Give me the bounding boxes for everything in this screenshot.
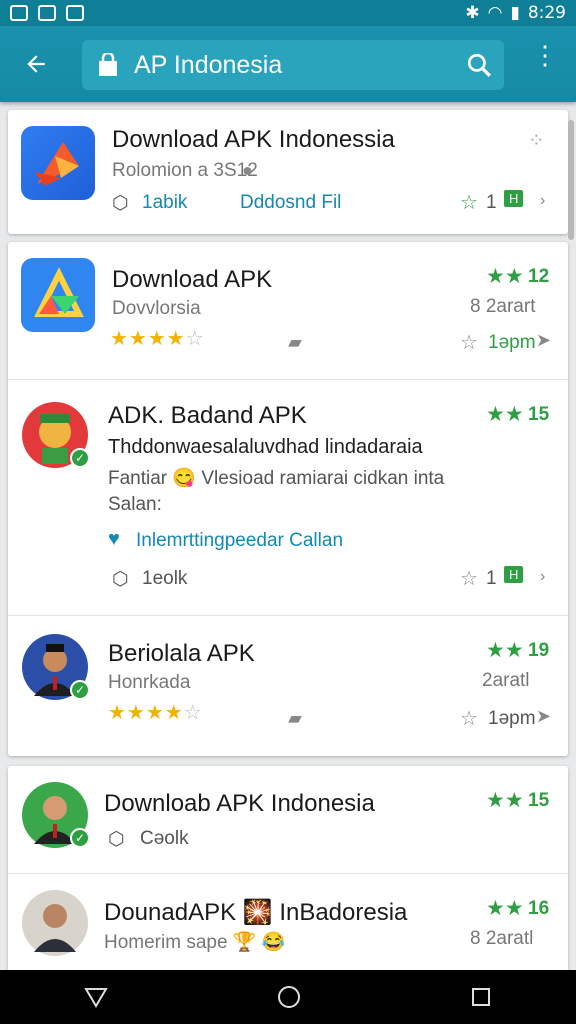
app-title: Downloab APK Indonesia — [104, 790, 375, 817]
download-link[interactable]: Dddosnd Fil — [240, 192, 341, 214]
verified-icon: ✓ — [70, 828, 90, 848]
star-icon: ★★ — [486, 789, 524, 812]
star-rating: ★★★★☆ — [110, 328, 205, 350]
list-item[interactable]: ✓ ADK. Badand APK Thddonwaesalaluvdhad l… — [8, 380, 568, 616]
app-icon — [21, 258, 95, 332]
notification-icon — [66, 5, 84, 21]
grid-icon[interactable]: ⁘ — [528, 128, 545, 153]
app-tag: 1abik — [142, 192, 188, 213]
info-icon: ● — [242, 160, 253, 180]
chevron-right-icon[interactable]: › — [540, 192, 545, 210]
rating-value: 16 — [528, 898, 550, 919]
verified-icon: ✓ — [70, 448, 90, 468]
app-subtitle: Dovvlorsia — [112, 298, 201, 319]
app-title: Beriolala APK — [108, 640, 255, 667]
description-line: Fantiar 😋 Vlesioad ramiarai cidkan inta — [108, 468, 445, 489]
star-icon: ★★ — [486, 403, 524, 426]
verified-badge-icon: ♥ — [108, 528, 120, 550]
verified-icon: ✓ — [70, 680, 90, 700]
search-button[interactable] — [454, 52, 504, 78]
arrow-left-icon — [27, 55, 45, 73]
app-subtitle: Rolomion a 3S12 — [112, 160, 258, 181]
notification-icon — [38, 5, 56, 21]
back-button[interactable] — [0, 26, 72, 102]
chevron-right-icon[interactable]: › — [540, 568, 545, 586]
tag-icon: ⬡ — [112, 569, 129, 590]
app-tag: Cəolk — [140, 828, 189, 849]
recents-square-icon[interactable] — [469, 985, 493, 1009]
app-title: ADK. Badand APK — [108, 402, 307, 429]
rating-count: 1 — [486, 192, 497, 213]
tag-icon: ⬡ — [108, 829, 125, 850]
wifi-icon: ◠ — [487, 3, 503, 23]
app-size: 8 2aratl — [470, 928, 534, 949]
scrollbar[interactable] — [568, 120, 574, 240]
more-options-button[interactable]: ⋮ — [532, 42, 558, 68]
description-line: Salan: — [108, 494, 162, 515]
tag-icon: ⬡ — [112, 193, 129, 214]
shopping-bag-icon — [99, 53, 117, 76]
back-triangle-icon[interactable] — [83, 985, 109, 1009]
media-icon: ▰ — [288, 332, 302, 352]
star-outline-icon: ☆ — [460, 568, 478, 590]
verified-link[interactable]: Inlemrttingpeedar Callan — [136, 530, 343, 552]
app-subtitle: Homerim sape 🏆 😂 — [104, 932, 286, 953]
app-title: Download APK Indonessia — [112, 126, 395, 153]
list-item[interactable]: ✓ Beriolala APK Honrkada ★★★★☆ ▰ ★★ 19 2… — [8, 616, 568, 756]
more-vert-icon: ⋮ — [532, 40, 558, 70]
google-badge: H — [504, 566, 524, 584]
avatar — [22, 890, 88, 956]
google-badge: H — [504, 190, 524, 208]
app-size: 2aratl — [482, 670, 530, 691]
star-outline-icon: ☆ — [460, 708, 478, 730]
rating-value: 15 — [528, 790, 550, 811]
status-bar: ✱ ◠ ▮ 8:29 — [0, 0, 576, 26]
media-icon: ▰ — [288, 708, 302, 728]
bluetooth-icon: ✱ — [465, 3, 480, 23]
rating-value: 15 — [528, 404, 550, 425]
app-list-card: Download APK Dovvlorsia ★★★★☆ ▰ ★★ 12 8 … — [8, 242, 568, 756]
update-time: 1əpm — [488, 332, 536, 353]
home-circle-icon[interactable] — [276, 984, 302, 1010]
app-size: 8 2arart — [470, 296, 536, 317]
rating-count: 1 — [486, 568, 497, 589]
list-item[interactable]: DounadAPK 🎇 InBadoresia Homerim sape 🏆 😂… — [8, 874, 568, 976]
star-outline-icon: ☆ — [460, 332, 478, 354]
battery-icon: ▮ — [510, 3, 520, 23]
app-toolbar: AP Indonesia ⋮ — [0, 26, 576, 102]
app-subtitle: Honrkada — [108, 672, 191, 693]
app-list-card: ✓ Downloab APK Indonesia ⬡ Cəolk ★★ 15 D… — [8, 766, 568, 976]
rating-value: 12 — [528, 266, 550, 287]
list-item[interactable]: Download APK Dovvlorsia ★★★★☆ ▰ ★★ 12 8 … — [8, 242, 568, 380]
star-rating: ★★★★☆ — [108, 702, 203, 724]
app-icon — [21, 126, 95, 200]
app-title: Download APK — [112, 266, 273, 293]
share-icon[interactable]: ➤ — [536, 330, 551, 351]
search-bar[interactable]: AP Indonesia — [82, 40, 504, 90]
app-card[interactable]: Download APK Indonessia Rolomion a 3S12 … — [8, 110, 568, 234]
search-icon — [467, 53, 491, 77]
star-icon: ★★ — [486, 639, 524, 662]
search-query: AP Indonesia — [134, 50, 283, 79]
star-icon: ☆ — [460, 192, 478, 214]
star-icon: ★★ — [486, 265, 524, 288]
description-line: Thddonwaesalaluvdhad lindadaraia — [108, 436, 423, 458]
app-tag: 1eolk — [142, 568, 188, 589]
share-icon[interactable]: ➤ — [536, 706, 551, 727]
clock: 8:29 — [527, 3, 566, 23]
rating-value: 19 — [528, 640, 550, 661]
app-title: DounadAPK 🎇 InBadoresia — [104, 899, 408, 926]
star-icon: ★★ — [486, 897, 524, 920]
system-navigation-bar — [0, 970, 576, 1024]
notification-icon — [10, 5, 28, 21]
list-item[interactable]: ✓ Downloab APK Indonesia ⬡ Cəolk ★★ 15 — [8, 766, 568, 874]
update-time: 1əpm — [488, 708, 536, 729]
